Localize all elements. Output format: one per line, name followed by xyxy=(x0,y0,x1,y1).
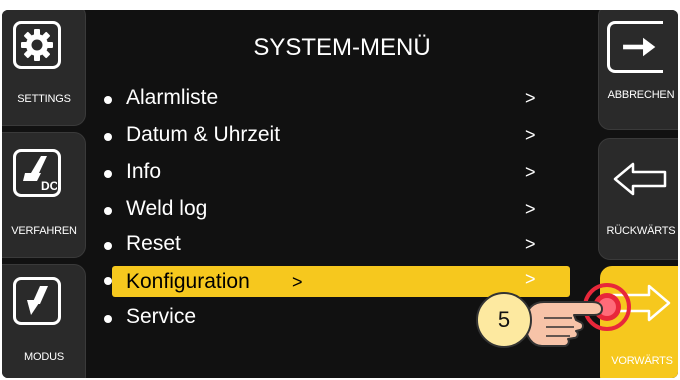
bullet xyxy=(104,133,112,141)
menu-item-alarmliste[interactable]: Alarmliste > xyxy=(100,83,550,117)
chevron-right-icon: > xyxy=(525,125,536,145)
dc-text: DC xyxy=(41,179,57,193)
selected-item-arrow: > xyxy=(292,272,303,292)
exit-arrow-icon xyxy=(607,21,663,73)
step-number-badge: 5 xyxy=(476,292,532,348)
menu-item-label: Service xyxy=(126,305,197,328)
torch-trigger-icon xyxy=(13,277,61,325)
bullet xyxy=(104,315,112,323)
menu-item-reset[interactable]: Reset > xyxy=(100,229,550,263)
arrow-left-icon xyxy=(613,161,669,202)
bullet xyxy=(104,277,112,285)
machine-screen: SETTINGS DC VERFAHREN MODUS SYSTEM-MENÜ … xyxy=(2,10,678,378)
settings-button[interactable]: SETTINGS xyxy=(2,10,86,126)
bullet xyxy=(104,170,112,178)
modus-button[interactable]: MODUS xyxy=(2,264,86,378)
chevron-right-icon: > xyxy=(525,88,536,108)
menu-item-datum-uhrzeit[interactable]: Datum & Uhrzeit > xyxy=(100,120,550,154)
menu-item-weld-log[interactable]: Weld log > xyxy=(100,194,550,228)
pointing-hand-icon xyxy=(522,280,614,355)
settings-label: SETTINGS xyxy=(17,93,71,105)
welding-torch-dc-icon: DC xyxy=(13,149,61,197)
bullet xyxy=(104,242,112,250)
menu-item-label: Reset xyxy=(126,232,181,255)
abbrechen-button[interactable]: ABBRECHEN xyxy=(598,10,678,130)
rueckwaerts-label: RÜCKWÄRTS xyxy=(606,225,676,237)
bullet xyxy=(104,207,112,215)
bullet xyxy=(104,96,112,104)
verfahren-label: VERFAHREN xyxy=(11,225,77,237)
vorwaerts-label: VORWÄRTS xyxy=(611,355,673,367)
gear-icon xyxy=(13,21,61,69)
chevron-right-icon: > xyxy=(525,162,536,182)
verfahren-button[interactable]: DC VERFAHREN xyxy=(2,132,86,258)
menu-item-label: Weld log xyxy=(126,197,208,220)
abbrechen-label: ABBRECHEN xyxy=(607,89,675,101)
modus-label: MODUS xyxy=(24,351,64,363)
menu-item-label: Alarmliste xyxy=(126,86,219,109)
menu-title: SYSTEM-MENÜ xyxy=(253,34,431,61)
chevron-right-icon: > xyxy=(525,199,536,219)
menu-item-info[interactable]: Info > xyxy=(100,157,550,191)
selected-item-label: Konfiguration xyxy=(126,270,250,293)
rueckwaerts-button[interactable]: RÜCKWÄRTS xyxy=(598,138,678,260)
chevron-right-icon: > xyxy=(525,234,536,254)
menu-item-label: Datum & Uhrzeit xyxy=(126,123,281,146)
menu-item-label: Info xyxy=(126,160,162,183)
